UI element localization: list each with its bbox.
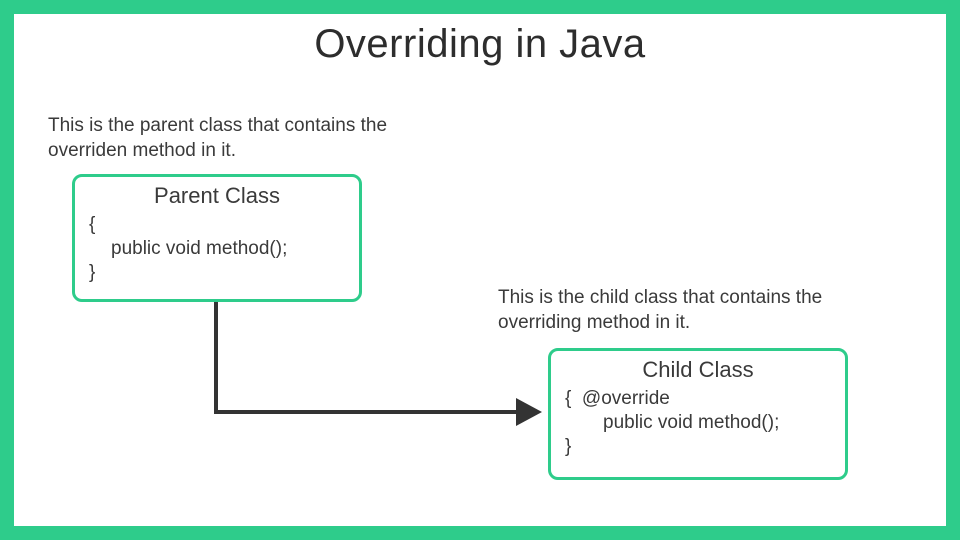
child-brace-close: } xyxy=(565,435,831,459)
diagram-title: Overriding in Java xyxy=(14,22,946,67)
parent-class-box: Parent Class { public void method(); } xyxy=(72,174,362,302)
child-caption: This is the child class that contains th… xyxy=(498,286,878,335)
arrow-head-icon xyxy=(516,398,542,426)
child-code-annotation: @override xyxy=(582,388,670,409)
arrow-segment-horizontal xyxy=(214,410,520,414)
parent-caption: This is the parent class that contains t… xyxy=(48,114,408,163)
child-box-title: Child Class xyxy=(565,357,831,383)
parent-brace-open: { xyxy=(89,213,345,237)
arrow-segment-vertical xyxy=(214,302,218,414)
child-code-line: public void method(); xyxy=(565,411,831,435)
child-brace-open-text: { xyxy=(565,388,571,409)
parent-code-line: public void method(); xyxy=(89,237,345,261)
parent-box-title: Parent Class xyxy=(89,183,345,209)
diagram-frame: Overriding in Java This is the parent cl… xyxy=(0,0,960,540)
child-brace-open: { @override xyxy=(565,387,831,411)
child-class-box: Child Class { @override public void meth… xyxy=(548,348,848,480)
parent-brace-close: } xyxy=(89,261,345,285)
